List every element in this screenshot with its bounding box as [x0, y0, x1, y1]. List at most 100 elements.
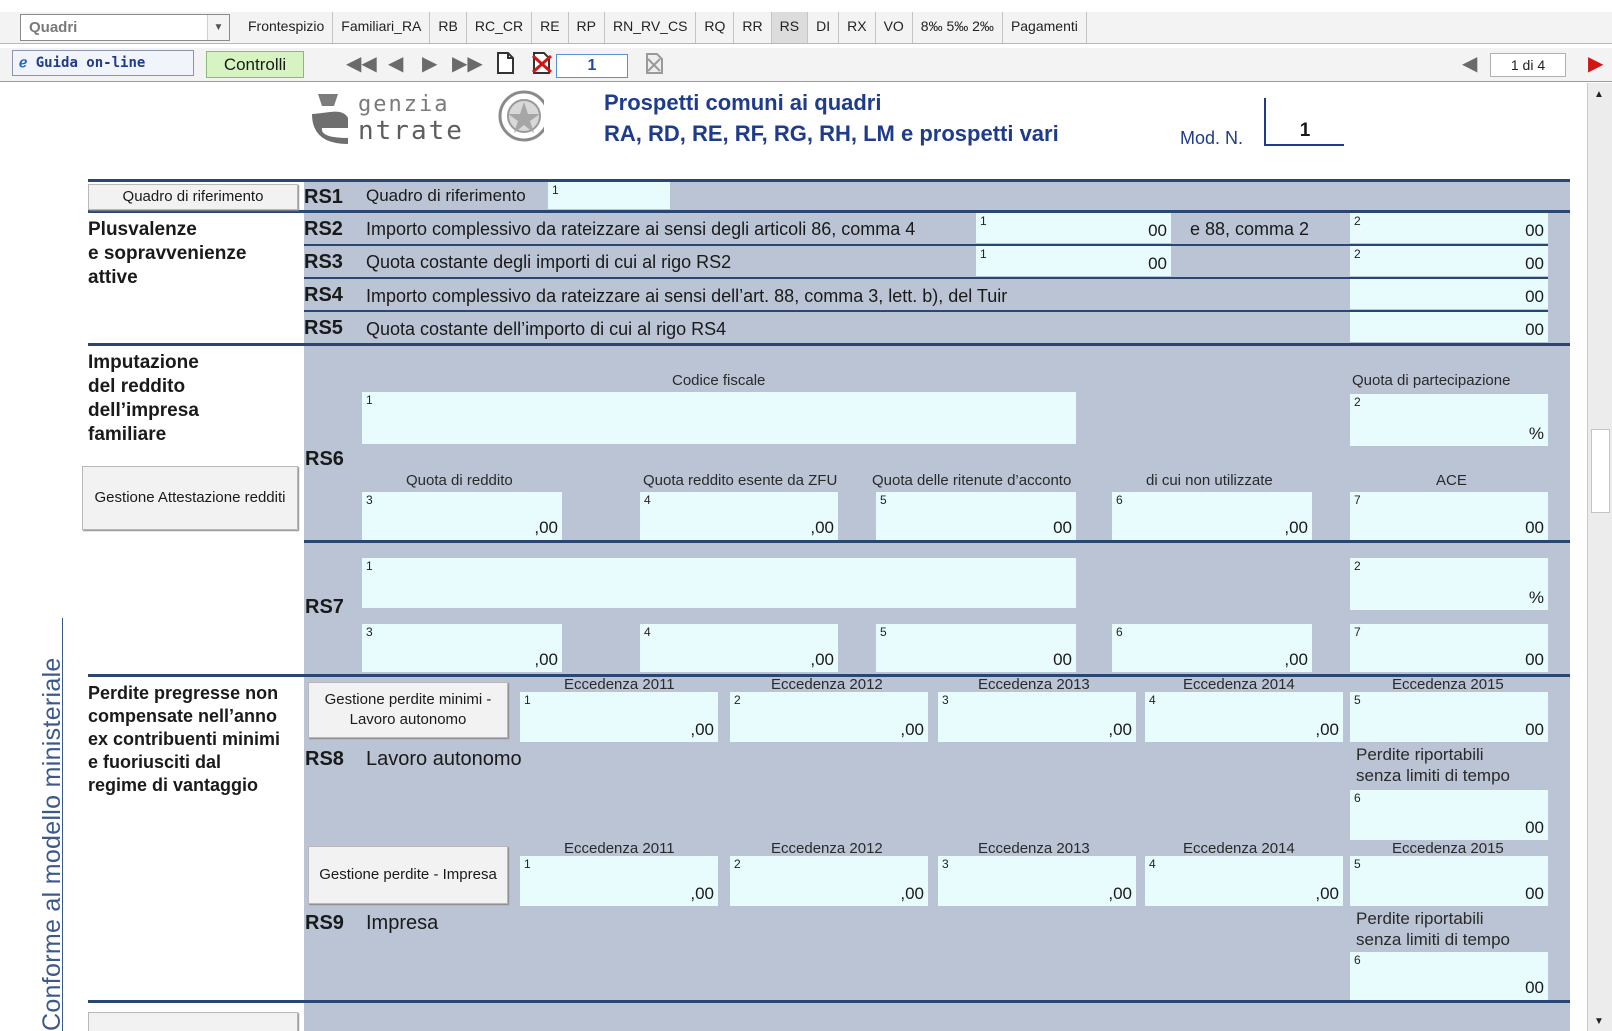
rs8-eccedenza-2014-field[interactable]: 4 ,00: [1145, 692, 1343, 742]
chevron-down-icon[interactable]: ▼: [207, 15, 229, 40]
quadri-select[interactable]: Quadri ▼: [20, 14, 230, 41]
field-number: 3: [942, 857, 949, 871]
tab-re[interactable]: RE: [532, 12, 569, 43]
field-cents: 00: [1525, 818, 1544, 837]
rs5-amount-field[interactable]: 00: [1350, 312, 1548, 342]
year-header-2011: Eccedenza 2011: [564, 676, 675, 693]
tab-familiari-ra[interactable]: Familiari_RA: [333, 12, 431, 43]
gestione-perdite-minimi-button[interactable]: Gestione perdite minimi - Lavoro autonom…: [308, 682, 508, 738]
rs9-eccedenza-2011-field[interactable]: 1 ,00: [520, 856, 718, 906]
rs6-quota-reddito-field[interactable]: 3 ,00: [362, 492, 562, 540]
rs6-ace-field[interactable]: 7 00: [1350, 492, 1548, 540]
rs7-quota-zfu-field[interactable]: 4 ,00: [640, 624, 838, 672]
field-number: 6: [1116, 625, 1123, 639]
rs7-quota-ritenute-field[interactable]: 5 00: [876, 624, 1076, 672]
field-cents: 00: [1525, 978, 1544, 997]
tab-rx[interactable]: RX: [839, 12, 876, 43]
help-online-button[interactable]: ℯ Guida on-line: [12, 50, 194, 76]
tab-rb[interactable]: RB: [430, 12, 467, 43]
gestione-perdite-impresa-button[interactable]: Gestione perdite - Impresa: [308, 846, 508, 904]
rs9-eccedenza-2013-field[interactable]: 3 ,00: [938, 856, 1136, 906]
field-cents: 00: [1053, 518, 1072, 537]
module-page-input[interactable]: 1: [556, 54, 628, 78]
rule-top: [88, 179, 1570, 182]
delete-module-icon[interactable]: [530, 51, 554, 77]
tab-rr[interactable]: RR: [734, 12, 772, 43]
rs9-eccedenza-2015-field[interactable]: 5 00: [1350, 856, 1548, 906]
rs4-amount-field[interactable]: 00: [1350, 279, 1548, 309]
rs6-quota-partecipazione-field[interactable]: 2 %: [1350, 394, 1548, 446]
field-number: 3: [366, 493, 373, 507]
rs8-eccedenza-2013-field[interactable]: 3 ,00: [938, 692, 1136, 742]
rs7-codice-fiscale-field[interactable]: 1: [362, 558, 1076, 608]
new-module-icon[interactable]: [494, 51, 516, 77]
sidebar-vertical-label: Conforme al modello ministeriale: [38, 657, 66, 1031]
previous-record-icon[interactable]: ◀: [388, 51, 403, 77]
tab-pagamenti[interactable]: Pagamenti: [1003, 12, 1087, 43]
rs1-quadro-field[interactable]: 1: [548, 182, 670, 209]
rs9-eccedenza-2012-field[interactable]: 2 ,00: [730, 856, 928, 906]
tab-rn-rv-cs[interactable]: RN_RV_CS: [605, 12, 697, 43]
row-code-rs5: RS5: [304, 317, 343, 339]
perdite-title-line: e fuoriusciti dal: [88, 752, 222, 772]
previous-page-icon[interactable]: ◀: [1462, 51, 1477, 77]
quadro-riferimento-button[interactable]: Quadro di riferimento: [88, 184, 298, 210]
rs8-riportabili-field[interactable]: 6 00: [1350, 790, 1548, 840]
tab-rc-cr[interactable]: RC_CR: [467, 12, 533, 43]
rs8-eccedenza-2011-field[interactable]: 1 ,00: [520, 692, 718, 742]
field-number: 2: [1354, 559, 1361, 573]
rs6-quota-ritenute-field[interactable]: 5 00: [876, 492, 1076, 540]
next-record-icon[interactable]: ▶: [422, 51, 437, 77]
vertical-scrollbar[interactable]: ▲ ▼: [1587, 83, 1612, 1031]
tab-rq[interactable]: RQ: [696, 12, 735, 43]
field-number: 4: [644, 625, 651, 639]
next-page-icon[interactable]: ▶: [1588, 51, 1603, 77]
rs2-amount-field-2[interactable]: 2 00: [1350, 213, 1548, 243]
rs9-riportabili-field[interactable]: 6 00: [1350, 952, 1548, 1000]
perdite-title-line: Perdite pregresse non: [88, 683, 279, 703]
field-cents: ,00: [810, 650, 834, 669]
rs8-eccedenza-2012-field[interactable]: 2 ,00: [730, 692, 928, 742]
partial-bottom-button[interactable]: [88, 1012, 298, 1031]
rs7-ace-field[interactable]: 7 00: [1350, 624, 1548, 672]
rule-rs6: [304, 540, 1570, 543]
perdite-title: Perdite pregresse non compensate nell’an…: [88, 682, 280, 797]
tab-8-5-2[interactable]: 8‰ 5‰ 2‰: [913, 12, 1003, 43]
row-code-rs1: RS1: [304, 186, 343, 208]
tab-vo[interactable]: VO: [876, 12, 913, 43]
perdite-title-line: compensate nell’anno: [88, 706, 278, 726]
scroll-thumb[interactable]: [1591, 429, 1610, 513]
field-number: 2: [1354, 247, 1361, 261]
tab-frontespizio[interactable]: Frontespizio: [240, 12, 334, 43]
rs7-quota-reddito-field[interactable]: 3 ,00: [362, 624, 562, 672]
rs6-codice-fiscale-field[interactable]: 1: [362, 392, 1076, 444]
field-cents: 00: [1525, 884, 1544, 903]
rs3-amount-field-2[interactable]: 2 00: [1350, 246, 1548, 276]
field-cents: 00: [1525, 320, 1544, 339]
scroll-down-icon[interactable]: ▼: [1594, 1016, 1604, 1027]
tab-di[interactable]: DI: [808, 12, 840, 43]
rs2-amount-field-1[interactable]: 1 00: [976, 213, 1171, 243]
rs7-non-utilizzate-field[interactable]: 6 ,00: [1112, 624, 1312, 672]
riportabili-line: senza limiti di tempo: [1356, 930, 1511, 949]
delete-all-icon[interactable]: [642, 51, 666, 77]
controls-button[interactable]: Controlli: [206, 51, 304, 78]
tab-rp[interactable]: RP: [569, 12, 605, 43]
rs9-eccedenza-2014-field[interactable]: 4 ,00: [1145, 856, 1343, 906]
gestione-attestazione-redditi-button[interactable]: Gestione Attestazione redditi: [82, 466, 298, 530]
rs3-amount-field-1[interactable]: 1 00: [976, 246, 1171, 276]
scroll-up-icon[interactable]: ▲: [1594, 89, 1604, 100]
rs8-eccedenza-2015-field[interactable]: 5 00: [1350, 692, 1548, 742]
quadri-tabs: Frontespizio Familiari_RA RB RC_CR RE RP RN_RV…: [240, 12, 1087, 43]
row-code-rs9: RS9: [305, 912, 344, 934]
tab-rs[interactable]: RS: [771, 12, 809, 43]
agenzia-entrate-logo: genzia ntrate: [304, 88, 550, 150]
field-number: 2: [1354, 214, 1361, 228]
last-record-icon[interactable]: ▶▶: [452, 51, 483, 77]
rs7-quota-partecipazione-field[interactable]: 2 %: [1350, 558, 1548, 610]
rs6-quota-zfu-field[interactable]: 4 ,00: [640, 492, 838, 540]
field-number: 1: [366, 559, 373, 573]
rs6-non-utilizzate-field[interactable]: 6 ,00: [1112, 492, 1312, 540]
field-cents: 00: [1525, 254, 1544, 273]
first-record-icon[interactable]: ◀◀: [346, 51, 377, 77]
